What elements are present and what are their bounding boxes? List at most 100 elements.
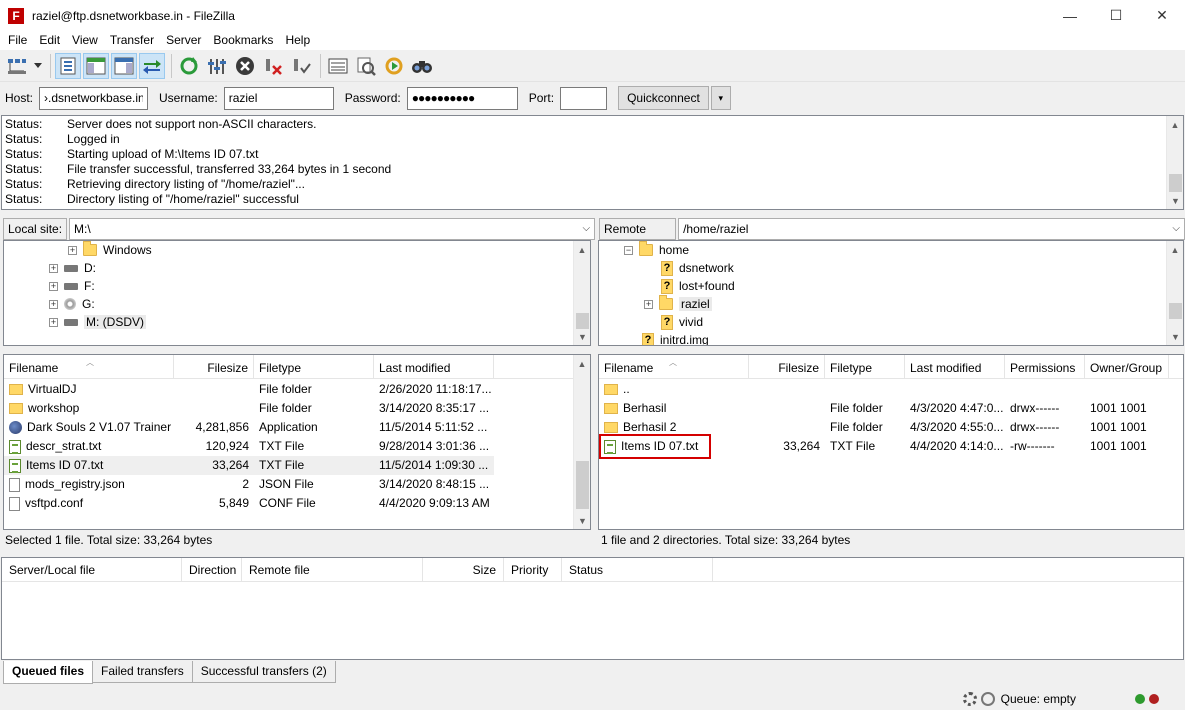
column-filesize[interactable]: Filesize bbox=[749, 355, 825, 379]
scroll-down-icon[interactable]: ▼ bbox=[574, 328, 590, 345]
scroll-thumb[interactable] bbox=[1169, 174, 1182, 192]
scroll-up-icon[interactable]: ▲ bbox=[1167, 116, 1183, 133]
tree-item-g-drive[interactable]: + G: bbox=[49, 295, 95, 313]
file-row[interactable]: descr_strat.txt 120,924 TXT File 9/28/20… bbox=[4, 437, 494, 456]
tree-item-lost-found[interactable]: ? lost+found bbox=[661, 277, 735, 295]
gear-icon[interactable] bbox=[962, 692, 977, 706]
toggle-local-tree-icon[interactable] bbox=[83, 52, 109, 79]
scroll-down-icon[interactable]: ▼ bbox=[1167, 192, 1184, 209]
file-row-parent[interactable]: .. bbox=[599, 380, 749, 399]
tab-failed-transfers[interactable]: Failed transfers bbox=[92, 661, 193, 683]
menu-edit[interactable]: Edit bbox=[33, 31, 66, 50]
tab-queued-files[interactable]: Queued files bbox=[3, 661, 94, 684]
column-owner-group[interactable]: Owner/Group bbox=[1085, 355, 1169, 379]
scroll-up-icon[interactable]: ▲ bbox=[574, 355, 590, 372]
scroll-thumb[interactable] bbox=[576, 313, 589, 329]
scroll-down-icon[interactable]: ▼ bbox=[1167, 328, 1183, 345]
column-filesize[interactable]: Filesize bbox=[174, 355, 254, 379]
column-filename[interactable]: ︿ Filename bbox=[4, 355, 174, 379]
expand-icon[interactable]: + bbox=[49, 263, 58, 273]
expand-icon[interactable]: + bbox=[49, 317, 58, 327]
speed-limit-icon[interactable] bbox=[980, 692, 995, 706]
scroll-thumb[interactable] bbox=[1169, 303, 1182, 319]
menu-bookmarks[interactable]: Bookmarks bbox=[207, 31, 279, 50]
minimize-button[interactable]: — bbox=[1047, 0, 1093, 31]
toggle-remote-tree-icon[interactable] bbox=[111, 52, 137, 79]
username-input[interactable] bbox=[223, 86, 334, 110]
menu-file[interactable]: File bbox=[2, 31, 33, 50]
directory-listing-filters-icon[interactable] bbox=[325, 53, 351, 79]
column-direction[interactable]: Direction bbox=[182, 558, 242, 582]
menu-server[interactable]: Server bbox=[160, 31, 207, 50]
maximize-button[interactable]: ☐ bbox=[1093, 0, 1139, 31]
remote-tree-scrollbar[interactable]: ▲ ▼ bbox=[1166, 241, 1183, 345]
collapse-icon[interactable]: − bbox=[624, 245, 633, 255]
tree-item-d-drive[interactable]: + D: bbox=[49, 259, 96, 277]
password-input[interactable] bbox=[406, 86, 518, 110]
cancel-icon[interactable] bbox=[232, 53, 258, 79]
local-files-scrollbar[interactable]: ▲ ▼ bbox=[573, 355, 590, 529]
column-server-local-file[interactable]: Server/Local file bbox=[2, 558, 182, 582]
menu-transfer[interactable]: Transfer bbox=[104, 31, 160, 50]
column-last-modified[interactable]: Last modified bbox=[374, 355, 494, 379]
expand-icon[interactable]: + bbox=[644, 299, 653, 309]
tree-item-f-drive[interactable]: + F: bbox=[49, 277, 95, 295]
column-priority[interactable]: Priority bbox=[504, 558, 562, 582]
process-queue-icon[interactable] bbox=[204, 53, 230, 79]
host-input[interactable] bbox=[39, 86, 149, 110]
file-row[interactable]: VirtualDJ File folder 2/26/2020 11:18:17… bbox=[4, 380, 494, 399]
column-filetype[interactable]: Filetype bbox=[825, 355, 905, 379]
menu-help[interactable]: Help bbox=[279, 31, 316, 50]
tree-item-raziel[interactable]: + raziel bbox=[644, 295, 712, 313]
site-manager-icon[interactable] bbox=[4, 53, 30, 79]
column-size[interactable]: Size bbox=[423, 558, 504, 582]
search-files-icon[interactable] bbox=[409, 53, 435, 79]
file-row[interactable]: mods_registry.json 2 JSON File 3/14/2020… bbox=[4, 475, 494, 494]
toggle-queue-icon[interactable] bbox=[139, 52, 165, 79]
file-row[interactable]: vsftpd.conf 5,849 CONF File 4/4/2020 9:0… bbox=[4, 494, 494, 513]
scroll-down-icon[interactable]: ▼ bbox=[574, 512, 590, 529]
file-row-selected[interactable]: Items ID 07.txt 33,264 TXT File 11/5/201… bbox=[4, 456, 494, 475]
chevron-down-icon[interactable]: ⌵ bbox=[582, 223, 590, 234]
toggle-log-icon[interactable] bbox=[55, 52, 81, 79]
port-input[interactable] bbox=[560, 86, 608, 110]
column-permissions[interactable]: Permissions bbox=[1005, 355, 1085, 379]
tree-item-vivid[interactable]: ? vivid bbox=[661, 313, 703, 331]
toggle-comparison-icon[interactable] bbox=[353, 53, 379, 79]
tree-item-home[interactable]: − home bbox=[624, 241, 689, 259]
expand-icon[interactable]: + bbox=[68, 245, 77, 255]
disconnect-icon[interactable] bbox=[260, 53, 286, 79]
expand-icon[interactable]: + bbox=[49, 299, 58, 309]
column-remote-file[interactable]: Remote file bbox=[242, 558, 423, 582]
local-tree-scrollbar[interactable]: ▲ ▼ bbox=[573, 241, 590, 345]
scroll-up-icon[interactable]: ▲ bbox=[574, 241, 590, 258]
local-site-path[interactable]: M:\ ⌵ bbox=[69, 217, 596, 240]
remote-site-path[interactable]: /home/raziel ⌵ bbox=[678, 217, 1185, 240]
close-button[interactable]: ✕ bbox=[1139, 0, 1185, 31]
tree-item-m-drive[interactable]: + M: (DSDV) bbox=[49, 313, 146, 331]
column-last-modified[interactable]: Last modified bbox=[905, 355, 1005, 379]
scroll-up-icon[interactable]: ▲ bbox=[1167, 241, 1183, 258]
log-scrollbar[interactable]: ▲ ▼ bbox=[1166, 116, 1183, 209]
quickconnect-button[interactable]: Quickconnect bbox=[618, 86, 709, 110]
tree-item-windows[interactable]: + Windows bbox=[68, 241, 152, 259]
dropdown-arrow-icon[interactable] bbox=[32, 53, 44, 79]
sync-browsing-icon[interactable] bbox=[381, 53, 407, 79]
menu-view[interactable]: View bbox=[66, 31, 104, 50]
chevron-down-icon[interactable]: ⌵ bbox=[1172, 223, 1180, 234]
column-filetype[interactable]: Filetype bbox=[254, 355, 374, 379]
file-row[interactable]: Berhasil File folder 4/3/2020 4:47:0... … bbox=[599, 399, 1169, 418]
expand-icon[interactable]: + bbox=[49, 281, 58, 291]
tree-item-dsnetwork[interactable]: ? dsnetwork bbox=[661, 259, 734, 277]
column-filename[interactable]: ︿ Filename bbox=[599, 355, 749, 379]
tab-successful-transfers[interactable]: Successful transfers (2) bbox=[191, 661, 336, 683]
column-status[interactable]: Status bbox=[562, 558, 713, 582]
tree-item-initrd[interactable]: ? initrd.img bbox=[642, 331, 709, 345]
file-row[interactable]: Dark Souls 2 V1.07 Trainer ... 4,281,856… bbox=[4, 418, 494, 437]
refresh-icon[interactable] bbox=[176, 53, 202, 79]
quickconnect-history-dropdown[interactable]: ▾ bbox=[710, 86, 731, 110]
message-log: Status: Server does not support non-ASCII… bbox=[1, 115, 1184, 210]
file-row[interactable]: workshop File folder 3/14/2020 8:35:17 .… bbox=[4, 399, 494, 418]
reconnect-icon[interactable] bbox=[288, 53, 314, 79]
scroll-thumb[interactable] bbox=[576, 461, 589, 509]
